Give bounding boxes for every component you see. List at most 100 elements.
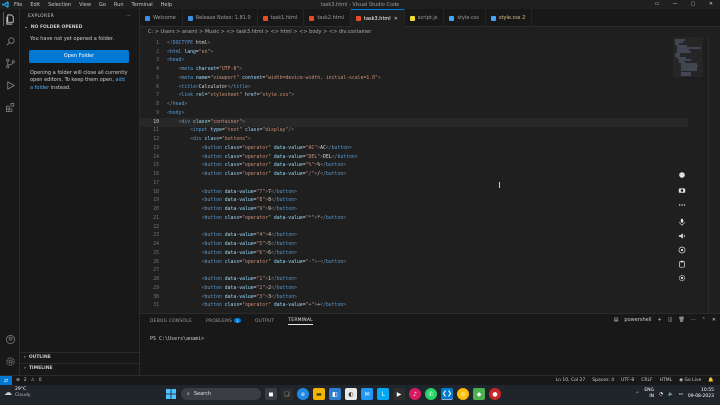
whatsapp-icon[interactable]: ✆ — [425, 388, 437, 400]
split-terminal-icon[interactable]: ◫ — [668, 317, 673, 323]
battery-icon[interactable]: ▭ — [679, 392, 683, 397]
terminal-prompt[interactable]: PS C:\Users\anami> — [150, 336, 204, 342]
edge-icon[interactable]: e — [297, 388, 309, 400]
store-icon[interactable]: ◧ — [329, 388, 341, 400]
code-line[interactable]: 24 <button data-value="5">5</button> — [140, 240, 688, 249]
code-line[interactable]: 18 <button data-value="7">7</button> — [140, 188, 688, 197]
tab-task3-html[interactable]: task3.html ✕ — [351, 9, 405, 27]
chrome-icon[interactable]: ◎ — [457, 388, 469, 400]
more-options-icon[interactable] — [677, 200, 687, 210]
explorer-icon[interactable] — [3, 12, 17, 26]
minimap[interactable] — [673, 37, 703, 87]
code-line[interactable]: 4 <meta charset="UTF-8"> — [140, 65, 688, 74]
search-icon[interactable] — [3, 34, 17, 48]
line-ending[interactable]: CRLF — [641, 378, 652, 383]
more-actions-icon[interactable]: ··· — [126, 14, 131, 19]
brush-icon[interactable] — [677, 245, 687, 255]
code-line[interactable]: 27 — [140, 267, 688, 276]
code-line[interactable]: 30 <button data-value="3">3</button> — [140, 293, 688, 302]
maximize-panel-icon[interactable]: ⌃ — [702, 317, 706, 323]
encoding[interactable]: UTF-8 — [621, 378, 634, 383]
vscode-taskbar-icon[interactable]: ❮❯ — [441, 388, 453, 400]
menu-go[interactable]: Go — [99, 2, 106, 8]
speaker-icon[interactable] — [677, 231, 687, 241]
tab-style-css-2[interactable]: style.css 2 — [486, 9, 533, 27]
notifications-icon[interactable]: 🔔 — [708, 378, 714, 383]
tab-task1-html[interactable]: task1.html — [258, 9, 305, 27]
source-control-icon[interactable] — [3, 56, 17, 70]
taskbar-search[interactable]: ⌕ Search — [181, 388, 261, 400]
shell-label[interactable]: powershell — [624, 317, 651, 323]
wifi-icon[interactable]: ◔ — [659, 392, 663, 397]
tray-chevron-icon[interactable]: ⌃ — [636, 392, 640, 397]
settings-icon[interactable] — [677, 273, 687, 283]
music-icon[interactable]: ♪ — [409, 388, 421, 400]
code-line[interactable]: 12 <div class="buttons"> — [140, 135, 688, 144]
code-line[interactable]: 14 <button class="operator" data-value="… — [140, 153, 688, 162]
camera-app-icon[interactable]: ◼ — [265, 388, 277, 400]
code-line[interactable]: 11 <input type="text" class="display"/> — [140, 127, 688, 136]
code-line[interactable]: 22 — [140, 223, 688, 232]
l-app-icon[interactable]: L — [377, 388, 389, 400]
code-line[interactable]: 17 — [140, 179, 688, 188]
file-explorer-icon[interactable]: ▬ — [313, 388, 325, 400]
task-view-icon[interactable]: ❏ — [281, 388, 293, 400]
remote-icon[interactable]: ⇄ — [0, 375, 12, 386]
language-indicator[interactable]: ENG IN — [644, 388, 654, 400]
clipboard-icon[interactable] — [677, 259, 687, 269]
app-icon[interactable]: ◆ — [473, 388, 485, 400]
more-actions-icon[interactable]: ··· — [691, 317, 696, 323]
tab-welcome[interactable]: Welcome — [140, 9, 183, 27]
close-panel-icon[interactable]: ✕ — [712, 317, 716, 323]
code-line[interactable]: 31 <button class="operator" data-value="… — [140, 302, 688, 311]
maximize-button[interactable]: ▢ — [684, 0, 702, 9]
tab-release-notes-1-81-0[interactable]: Release Notes: 1.81.0 — [183, 9, 258, 27]
menu-selection[interactable]: Selection — [48, 2, 71, 8]
layout-icon[interactable]: ▭ — [648, 0, 666, 9]
account-icon[interactable] — [3, 332, 17, 346]
timeline-section[interactable]: › TIMELINE — [20, 363, 140, 373]
code-line[interactable]: 20 <button data-value="9">9</button> — [140, 205, 688, 214]
minimize-button[interactable]: — — [666, 0, 684, 9]
menu-terminal[interactable]: Terminal — [132, 2, 153, 8]
menu-file[interactable]: File — [14, 2, 22, 8]
open-folder-button[interactable]: Open Folder — [29, 49, 129, 63]
add-terminal-icon[interactable]: + — [658, 317, 662, 323]
go-live-button[interactable]: ◉ Go Live — [679, 378, 701, 383]
code-line[interactable]: 26 <button class="operator" data-value="… — [140, 258, 688, 267]
code-line[interactable]: 23 <button data-value="4">4</button> — [140, 232, 688, 241]
problems-status[interactable]: ⊗ 2 ⚠ 0 — [12, 378, 42, 383]
close-button[interactable]: ✕ — [702, 0, 720, 9]
code-line[interactable]: 1 <!DOCTYPE html> — [140, 39, 688, 48]
cursor-position[interactable]: Ln 10, Col 27 — [556, 378, 586, 383]
code-line[interactable]: 28 <button data-value="1">1</button> — [140, 275, 688, 284]
record-app-icon[interactable]: ● — [489, 388, 501, 400]
tab-task2-html[interactable]: task2.html — [304, 9, 351, 27]
tab-style-css[interactable]: style.css — [444, 9, 486, 27]
run-debug-icon[interactable] — [3, 78, 17, 92]
code-line[interactable]: 21 <button class="operator" data-value="… — [140, 214, 688, 223]
outline-section[interactable]: › OUTLINE — [20, 352, 140, 362]
code-line[interactable]: 3 <head> — [140, 57, 688, 66]
panel-tab-debug-console[interactable]: DEBUG CONSOLE — [150, 319, 192, 324]
code-line[interactable]: 19 <button data-value="8">8</button> — [140, 197, 688, 206]
close-tab-icon[interactable]: ✕ — [394, 16, 398, 22]
code-line[interactable]: 2 <html lang="en"> — [140, 48, 688, 57]
language-mode[interactable]: HTML — [660, 378, 673, 383]
record-icon[interactable] — [677, 170, 687, 180]
code-line[interactable]: 16 <button class="operator" data-value="… — [140, 170, 688, 179]
menu-view[interactable]: View — [79, 2, 91, 8]
trash-icon[interactable]: 🗑 — [678, 317, 684, 323]
windows-start-icon[interactable] — [165, 388, 177, 400]
code-line[interactable]: 5 <meta name="viewport" content="width=d… — [140, 74, 688, 83]
menu-edit[interactable]: Edit — [30, 2, 40, 8]
media-icon[interactable]: ▶ — [393, 388, 405, 400]
code-line[interactable]: 10 <div class="container"> — [140, 117, 688, 127]
code-line[interactable]: 15 <button class="operator" data-value="… — [140, 162, 688, 171]
panel-tab-terminal[interactable]: TERMINAL — [288, 318, 313, 325]
extensions-icon[interactable] — [3, 100, 17, 114]
code-line[interactable]: 7 <link rel="stylesheet" href="style.css… — [140, 92, 688, 101]
menu-run[interactable]: Run — [114, 2, 124, 8]
code-line[interactable]: 8 </head> — [140, 100, 688, 109]
code-editor[interactable]: 1 <!DOCTYPE html> 2 <html lang="en"> 3 <head>… — [140, 37, 688, 313]
